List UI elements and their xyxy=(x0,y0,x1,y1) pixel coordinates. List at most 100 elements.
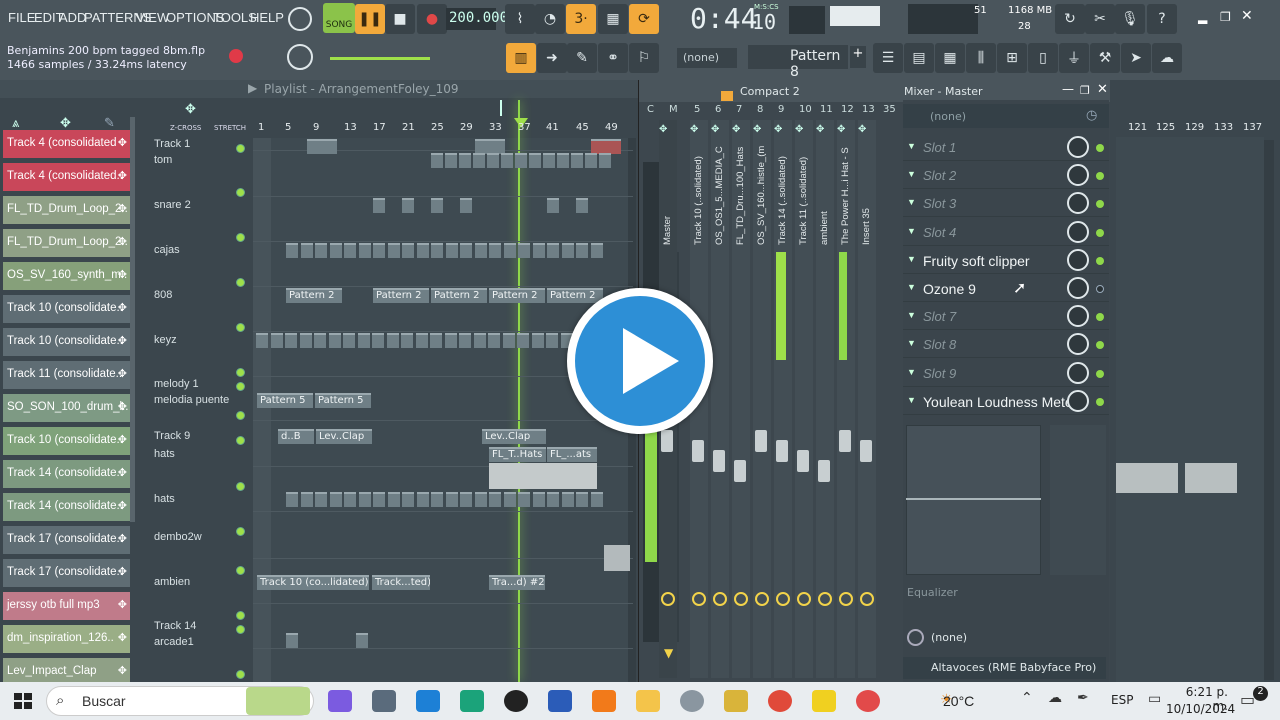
channel-button[interactable]: OS_SV_160_synth_m.. ✥ xyxy=(3,262,130,290)
strip-pan-knob[interactable] xyxy=(734,592,748,606)
strip-route-icon[interactable]: ✥ xyxy=(659,124,667,135)
strip-pan-knob[interactable] xyxy=(661,592,675,606)
keyz-clip[interactable] xyxy=(488,333,500,348)
cajas-clip[interactable] xyxy=(475,243,487,258)
strip-fader[interactable] xyxy=(734,460,746,482)
step-edit-button[interactable]: ▦ xyxy=(598,4,628,34)
record-arm-icon[interactable] xyxy=(229,49,243,63)
track-name[interactable]: 808 xyxy=(154,289,172,301)
windows-start-icon[interactable] xyxy=(14,693,32,709)
hats-clip[interactable] xyxy=(562,492,574,507)
tom-clip[interactable] xyxy=(599,153,611,168)
hats-clip[interactable] xyxy=(315,492,327,507)
hats-clip[interactable] xyxy=(460,492,472,507)
mixer-maximize-icon[interactable]: ❐ xyxy=(1080,84,1090,97)
channel-button[interactable]: jerssy otb full mp3 ✥ xyxy=(3,592,130,620)
fx-mix-knob[interactable] xyxy=(1067,220,1089,243)
export-button[interactable]: ➤ xyxy=(1121,43,1151,73)
clock-date[interactable]: 10/10/2024 xyxy=(1166,702,1235,716)
tom-clip[interactable] xyxy=(529,153,541,168)
strip-pan-knob[interactable] xyxy=(839,592,853,606)
fx-mix-knob[interactable] xyxy=(1067,248,1089,271)
wait-input-button[interactable]: ◔ xyxy=(535,4,565,34)
cajas-clip[interactable] xyxy=(562,243,574,258)
hats-clip[interactable] xyxy=(301,492,313,507)
snare-clip[interactable] xyxy=(373,198,385,213)
strip-route-icon[interactable]: ✥ xyxy=(774,124,782,135)
cut-tools-button[interactable]: ✂ xyxy=(1085,4,1115,34)
strip-route-icon[interactable]: ✥ xyxy=(816,124,824,135)
hats-clip[interactable] xyxy=(344,492,356,507)
channel-options-icon[interactable]: ✥ xyxy=(118,499,127,512)
menu-add[interactable]: ADD xyxy=(59,10,86,25)
cajas-clip[interactable] xyxy=(344,243,356,258)
track-mute-led[interactable] xyxy=(236,625,245,634)
strip-pan-knob[interactable] xyxy=(860,592,874,606)
browser-button[interactable]: ⊞ xyxy=(997,43,1027,73)
undo-history-button[interactable]: ↻ xyxy=(1055,4,1085,34)
tom-clip[interactable] xyxy=(445,153,457,168)
copilot-icon[interactable] xyxy=(328,690,352,712)
project-button[interactable]: ▯ xyxy=(1028,43,1058,73)
strip-fader[interactable] xyxy=(818,460,830,482)
right-scrollbar[interactable] xyxy=(1264,140,1274,680)
arrangement-name[interactable]: Foley_109 xyxy=(398,82,459,96)
channel-button[interactable]: Track 4 (consolidated.. ✥ xyxy=(3,163,130,191)
hats-clip[interactable] xyxy=(547,492,559,507)
cajas-clip[interactable] xyxy=(504,243,516,258)
keyz-clip[interactable] xyxy=(314,333,326,348)
track-name[interactable]: snare 2 xyxy=(154,199,191,211)
strip-route-icon[interactable]: ✥ xyxy=(858,124,866,135)
channel-button[interactable]: Track 17 (consolidate.. ✥ xyxy=(3,559,130,587)
fx-enable-led[interactable] xyxy=(1096,228,1104,237)
cajas-clip[interactable] xyxy=(431,243,443,258)
close-icon[interactable]: ✕ xyxy=(1241,8,1253,24)
keyz-clip[interactable] xyxy=(401,333,413,348)
strip-route-icon[interactable]: ✥ xyxy=(711,124,719,135)
strip-fader[interactable] xyxy=(755,430,767,452)
hats-clip[interactable] xyxy=(533,492,545,507)
pattern-2-clip[interactable]: Pattern 2 xyxy=(547,288,603,303)
fx-enable-led[interactable] xyxy=(1096,397,1104,406)
hats-clip[interactable] xyxy=(518,492,530,507)
menu-file[interactable]: FILE xyxy=(8,10,35,25)
track-name[interactable]: hats xyxy=(154,493,175,505)
channel-options-icon[interactable]: ✥ xyxy=(118,664,127,677)
track-name[interactable]: hats xyxy=(154,448,175,460)
mic-button[interactable]: 🎙 xyxy=(1115,4,1145,34)
tom-clip[interactable] xyxy=(473,153,485,168)
hats-clip[interactable] xyxy=(417,492,429,507)
keyz-clip[interactable] xyxy=(416,333,428,348)
file-explorer-app-icon[interactable] xyxy=(372,690,396,712)
ambien-clip[interactable]: Track...ted) #2 xyxy=(372,575,430,590)
track-mute-led[interactable] xyxy=(236,436,245,445)
channel-options-icon[interactable]: ✥ xyxy=(118,598,127,611)
channel-button[interactable]: Track 17 (consolidate.. ✥ xyxy=(3,526,130,554)
menu-view[interactable]: VIEW xyxy=(136,10,169,25)
store-icon[interactable] xyxy=(416,690,440,712)
red-clip[interactable] xyxy=(475,139,505,154)
keyz-clip[interactable] xyxy=(271,333,283,348)
track-name[interactable]: keyz xyxy=(154,334,177,346)
pencil-icon[interactable]: ✎ xyxy=(104,116,115,131)
cajas-clip[interactable] xyxy=(547,243,559,258)
channel-options-icon[interactable]: ✥ xyxy=(118,235,127,248)
tom-clip[interactable] xyxy=(459,153,471,168)
tom-clip[interactable] xyxy=(431,153,443,168)
channel-options-icon[interactable]: ✥ xyxy=(118,136,127,149)
track-name[interactable]: melody 1 xyxy=(154,378,199,390)
link-button[interactable]: ⚭ xyxy=(598,43,628,73)
cajas-clip[interactable] xyxy=(446,243,458,258)
track-mute-led[interactable] xyxy=(236,144,245,153)
fx-mix-knob[interactable] xyxy=(1067,136,1089,158)
pattern-selector[interactable]: Pattern 8 xyxy=(748,45,848,80)
chevron-down-icon[interactable]: ▼ xyxy=(907,254,916,264)
hats-clip[interactable] xyxy=(446,492,458,507)
keyz-clip[interactable] xyxy=(300,333,312,348)
mixer-layout[interactable]: Compact 2 xyxy=(740,85,800,98)
keyz-clip[interactable] xyxy=(256,333,268,348)
strip-route-icon[interactable]: ✥ xyxy=(732,124,740,135)
cajas-clip[interactable] xyxy=(286,243,298,258)
channel-options-icon[interactable]: ✥ xyxy=(118,334,127,347)
fl-hats-clip[interactable]: FL_...ats xyxy=(547,447,597,462)
